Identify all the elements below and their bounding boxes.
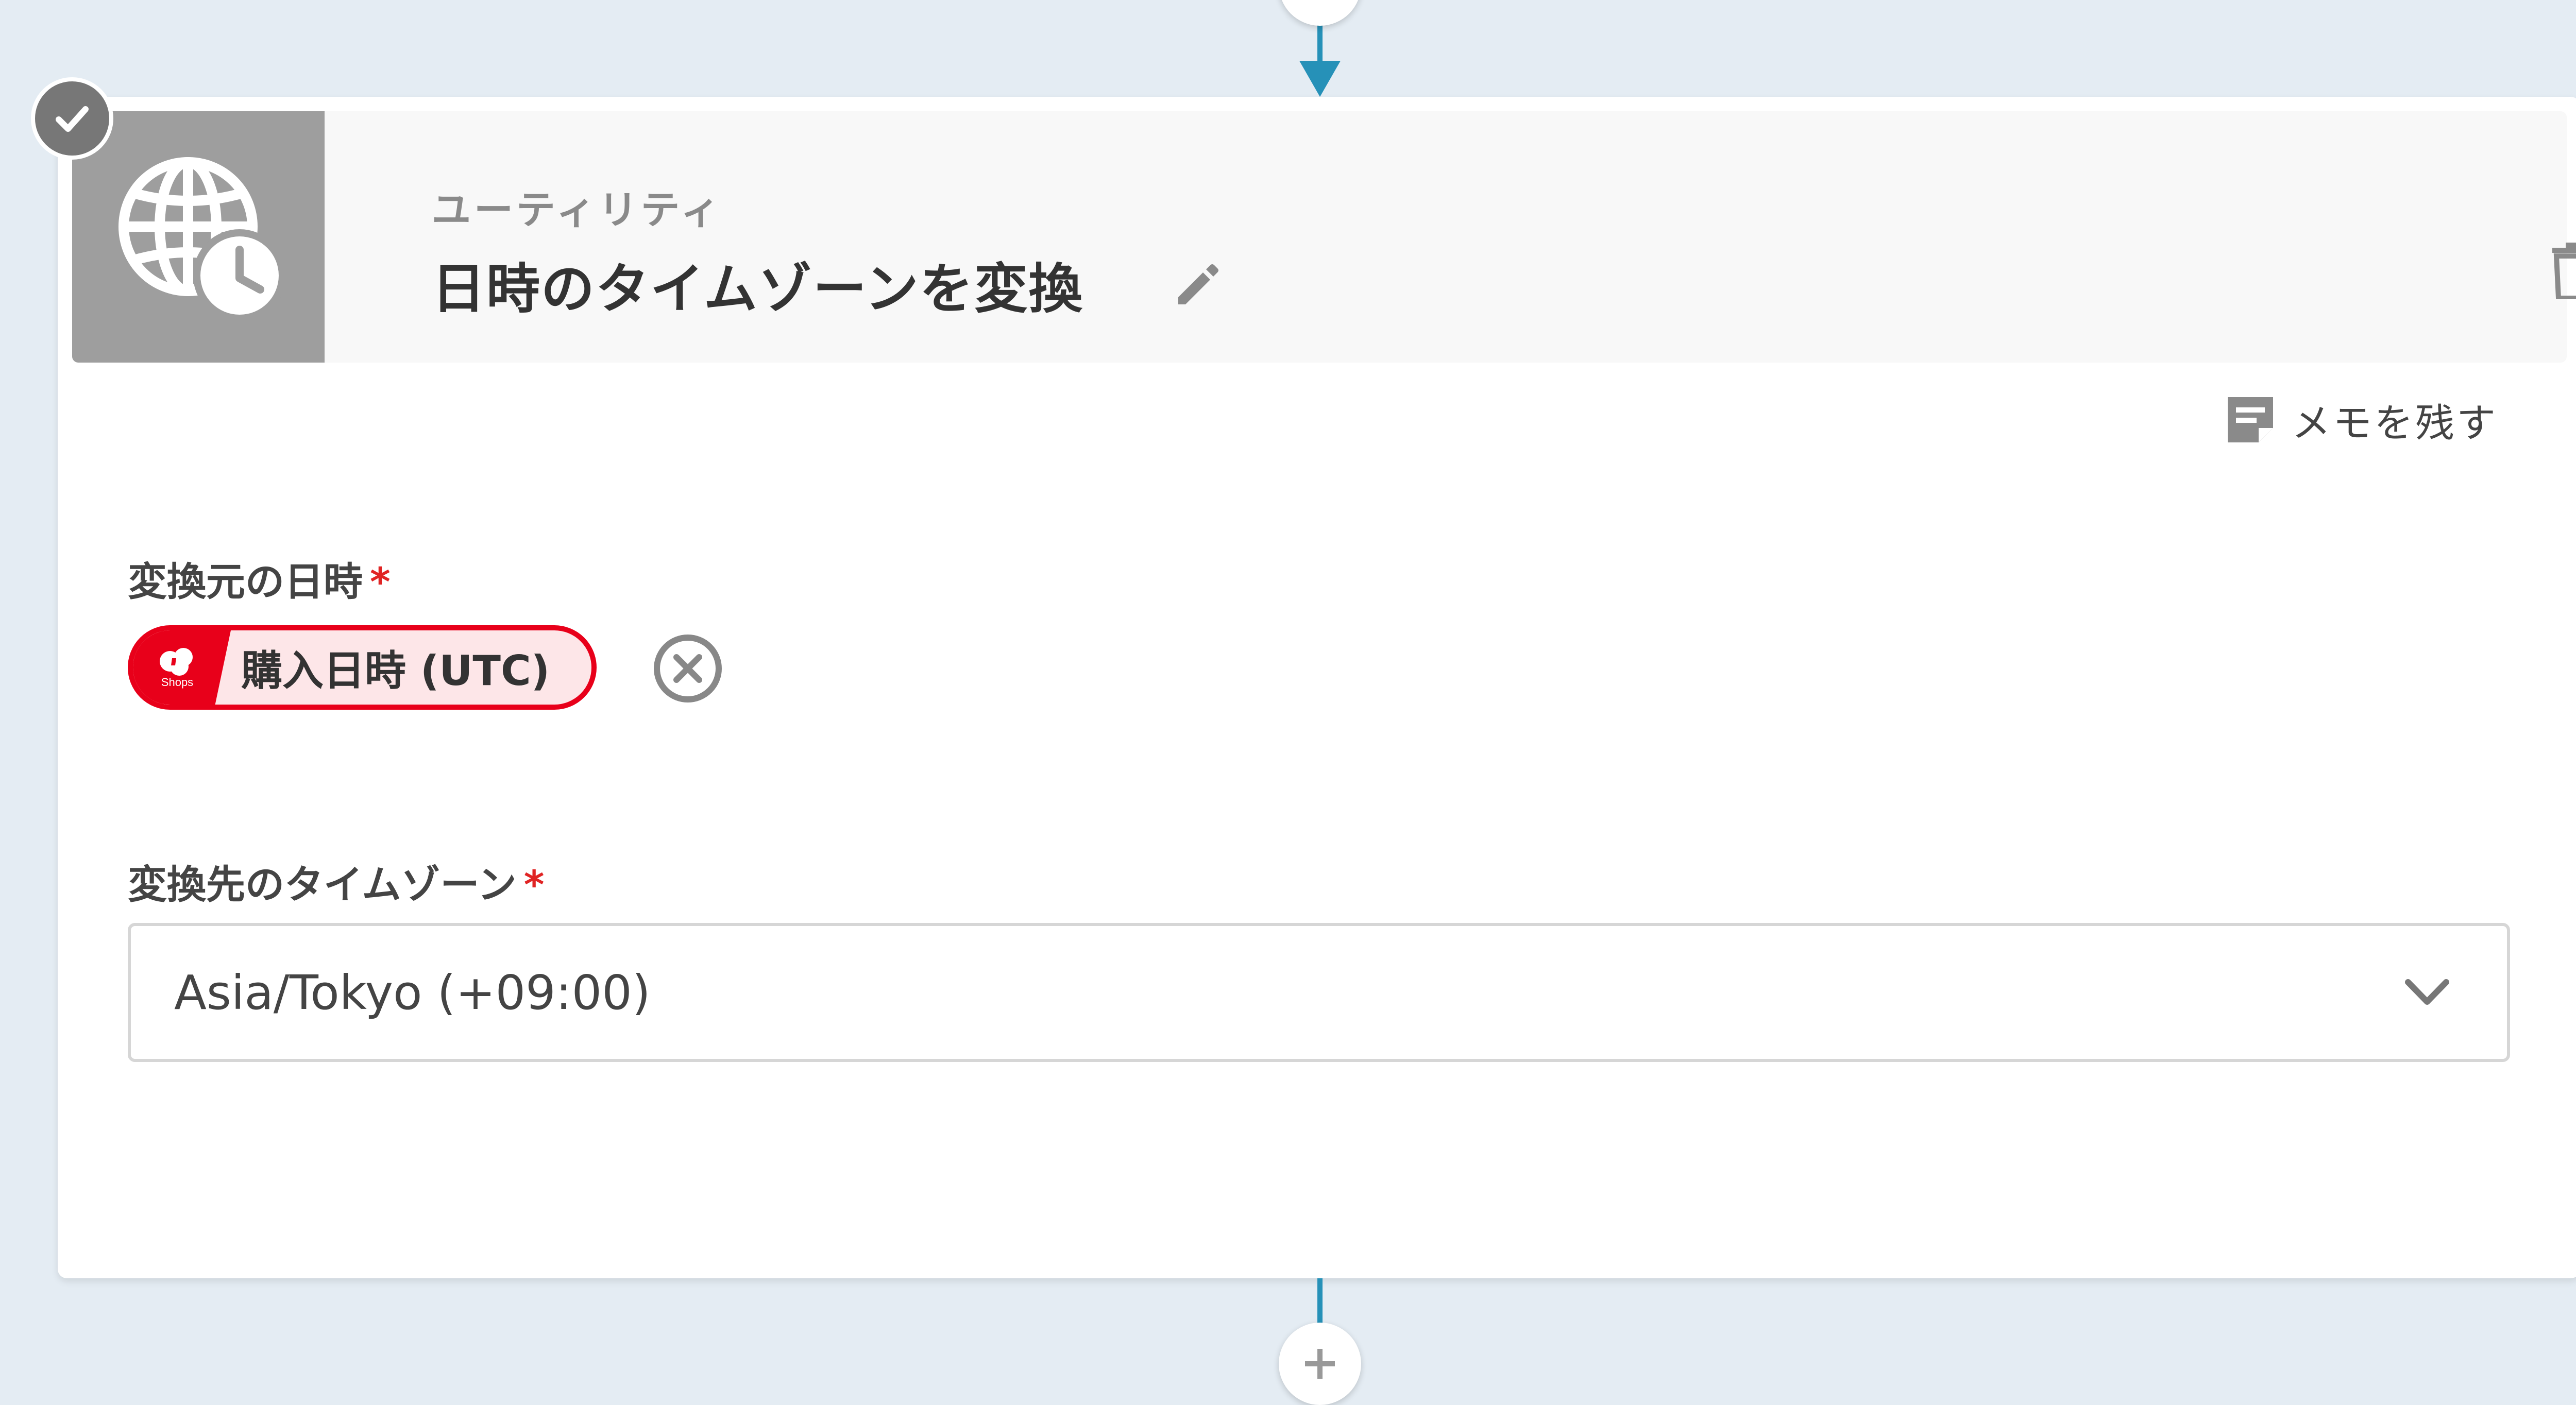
source-datetime-label: 変換元の日時 * xyxy=(128,550,391,607)
token-label: 購入日時 (UTC) xyxy=(241,647,550,695)
status-badge xyxy=(31,77,113,160)
step-header: ユーティリティ 日時のタイムゾーンを変換 xyxy=(72,111,2576,363)
memo-label: メモを残す xyxy=(2292,400,2498,446)
required-star: * xyxy=(370,559,391,605)
globe-clock-icon xyxy=(118,157,286,322)
timezone-select[interactable]: Asia/Tokyo (+09:00) xyxy=(128,923,2510,1062)
step-title: 日時のタイムゾーンを変換 xyxy=(432,258,1083,320)
shops-logo-text: Shops xyxy=(161,676,194,689)
close-circle-icon[interactable] xyxy=(652,632,724,705)
required-star: * xyxy=(523,862,545,907)
connector-line-bottom xyxy=(1317,1278,1323,1325)
plus-icon xyxy=(1305,1349,1335,1379)
source-datetime-token[interactable]: Shops 購入日時 (UTC) xyxy=(128,625,597,710)
add-step-button-top[interactable] xyxy=(1279,0,1361,26)
memo-button[interactable]: メモを残す xyxy=(2225,391,2498,448)
step-category: ユーティリティ xyxy=(432,187,723,233)
token-app-tag: Shops xyxy=(133,630,231,705)
chevron-down-icon xyxy=(2405,979,2449,1005)
shops-bag-icon xyxy=(160,648,193,676)
pencil-icon[interactable] xyxy=(1172,258,1224,310)
arrow-down-icon xyxy=(1299,61,1341,97)
target-timezone-label: 変換先のタイムゾーン * xyxy=(128,853,544,910)
note-icon xyxy=(2228,397,2273,442)
timezone-select-value: Asia/Tokyo (+09:00) xyxy=(174,965,651,1020)
plus-icon xyxy=(1302,0,1338,3)
checkmark-icon xyxy=(56,106,89,132)
add-step-button-bottom[interactable] xyxy=(1279,1323,1361,1405)
trash-icon[interactable] xyxy=(2550,243,2576,299)
shops-logo: Shops xyxy=(159,646,196,689)
source-datetime-label-text: 変換元の日時 xyxy=(128,559,363,605)
target-timezone-label-text: 変換先のタイムゾーン xyxy=(128,862,517,907)
app-icon xyxy=(72,111,325,363)
